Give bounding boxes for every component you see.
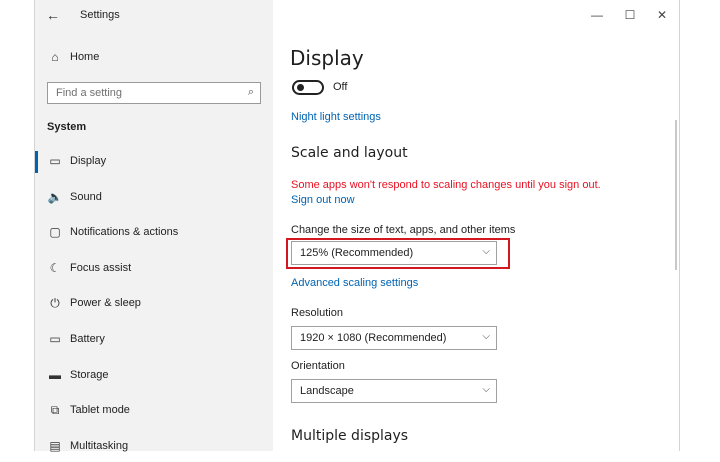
- multiple-displays-heading: Multiple displays: [291, 428, 409, 444]
- sidebar-item-notifications[interactable]: ▢ Notifications & actions: [35, 218, 273, 248]
- sidebar-item-sound[interactable]: 🔈 Sound: [35, 183, 273, 213]
- sidebar-item-label: Display: [70, 155, 107, 167]
- back-arrow-icon[interactable]: ←: [43, 6, 63, 24]
- sidebar-item-power-sleep[interactable]: ⏻ Power & sleep: [35, 289, 273, 319]
- sidebar-item-label: Battery: [70, 333, 105, 345]
- scale-layout-heading: Scale and layout: [291, 145, 408, 161]
- battery-icon: ▭: [49, 332, 61, 346]
- sidebar-item-storage[interactable]: ▬ Storage: [35, 361, 273, 391]
- sidebar-item-label: Power & sleep: [70, 297, 141, 309]
- multitasking-icon: ▤: [49, 439, 61, 453]
- sign-out-now-link[interactable]: Sign out now: [291, 194, 355, 206]
- sidebar-item-home[interactable]: ⌂ Home: [35, 43, 273, 73]
- sidebar-item-battery[interactable]: ▭ Battery: [35, 325, 273, 355]
- settings-window: ← Settings ⌂ Home Find a setting ⌕ Syste…: [34, 0, 680, 453]
- orientation-label: Orientation: [291, 360, 345, 372]
- sidebar-item-focus-assist[interactable]: ☾ Focus assist: [35, 254, 273, 284]
- sidebar-item-display[interactable]: ▭ Display: [35, 147, 273, 177]
- search-placeholder: Find a setting: [56, 87, 123, 99]
- monitor-icon: ▭: [49, 154, 61, 168]
- search-input[interactable]: Find a setting ⌕: [47, 82, 261, 104]
- scrollbar[interactable]: [675, 120, 677, 270]
- notification-icon: ▢: [49, 225, 61, 239]
- scaling-warning-text: Some apps won't respond to scaling chang…: [291, 179, 601, 191]
- resolution-label: Resolution: [291, 307, 343, 319]
- sidebar-item-tablet-mode[interactable]: ⧉ Tablet mode: [35, 396, 273, 426]
- home-icon: ⌂: [51, 50, 59, 64]
- tablet-icon: ⧉: [50, 403, 60, 417]
- window-title: Settings: [80, 9, 120, 21]
- resolution-dropdown-value: 1920 × 1080 (Recommended): [300, 332, 447, 344]
- main-content: Display Off Night light settings Scale a…: [273, 30, 679, 451]
- minimize-icon[interactable]: —: [587, 6, 607, 24]
- chevron-down-icon: ⌵: [482, 246, 490, 257]
- home-label: Home: [70, 51, 100, 63]
- speaker-icon: 🔈: [47, 190, 63, 204]
- chevron-down-icon: ⌵: [482, 331, 490, 342]
- chevron-down-icon: ⌵: [482, 384, 490, 395]
- resolution-dropdown[interactable]: 1920 × 1080 (Recommended) ⌵: [291, 326, 497, 350]
- sidebar-item-label: Notifications & actions: [70, 226, 179, 238]
- sidebar-item-label: Storage: [70, 369, 109, 381]
- size-label: Change the size of text, apps, and other…: [291, 224, 516, 236]
- sidebar-item-label: Sound: [70, 191, 102, 203]
- advanced-scaling-link[interactable]: Advanced scaling settings: [291, 277, 418, 289]
- storage-icon: ▬: [49, 368, 61, 382]
- orientation-dropdown-value: Landscape: [300, 385, 354, 397]
- sidebar: ← Settings ⌂ Home Find a setting ⌕ Syste…: [35, 0, 273, 453]
- toggle-knob: [297, 84, 304, 91]
- moon-icon: ☾: [49, 261, 61, 275]
- maximize-icon[interactable]: ☐: [620, 6, 640, 24]
- night-light-settings-link[interactable]: Night light settings: [291, 111, 381, 123]
- sidebar-item-label: Multitasking: [70, 440, 129, 452]
- close-icon[interactable]: ✕: [652, 6, 672, 24]
- sidebar-section-heading: System: [47, 121, 87, 133]
- sidebar-item-label: Tablet mode: [70, 404, 130, 416]
- title-bar: ← Settings: [35, 0, 679, 30]
- scale-dropdown-value: 125% (Recommended): [300, 247, 414, 259]
- scale-dropdown[interactable]: 125% (Recommended) ⌵: [291, 241, 497, 265]
- night-light-toggle[interactable]: [292, 80, 324, 95]
- sidebar-item-label: Focus assist: [70, 262, 132, 274]
- toggle-state-label: Off: [333, 81, 348, 93]
- page-title: Display: [290, 46, 364, 70]
- sidebar-item-multitasking[interactable]: ▤ Multitasking: [35, 432, 273, 462]
- search-icon: ⌕: [247, 86, 254, 98]
- active-indicator: [35, 151, 38, 173]
- power-icon: ⏻: [50, 296, 60, 310]
- orientation-dropdown[interactable]: Landscape ⌵: [291, 379, 497, 403]
